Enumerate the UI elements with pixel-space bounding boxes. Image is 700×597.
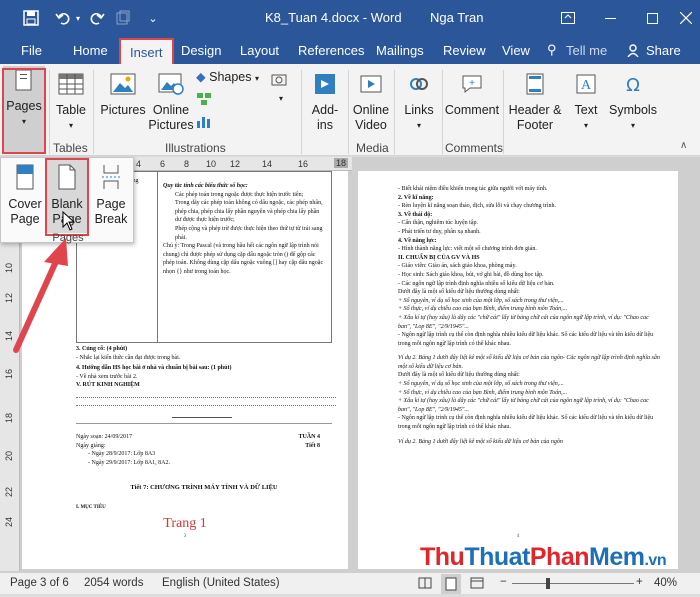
zoom-out-button[interactable]: − xyxy=(500,576,507,588)
status-bar: Page 3 of 6 2054 words English (United S… xyxy=(0,572,700,594)
wm-part: Phan xyxy=(529,543,590,571)
word-count[interactable]: 2054 words xyxy=(84,577,143,589)
web-layout-icon[interactable] xyxy=(470,577,484,592)
zoom-level[interactable]: 40% xyxy=(654,577,677,589)
print-layout-icon[interactable] xyxy=(441,574,461,594)
zoom-slider-thumb[interactable] xyxy=(546,578,550,589)
wm-part: Thuat xyxy=(464,543,530,571)
wm-part: Thu xyxy=(420,543,465,571)
zoom-in-button[interactable]: + xyxy=(636,576,643,588)
page-count[interactable]: Page 3 of 6 xyxy=(10,577,69,589)
language[interactable]: English (United States) xyxy=(162,577,280,589)
watermark-logo: ThuThuatPhanMem.vn xyxy=(420,543,667,572)
read-mode-icon[interactable] xyxy=(418,577,432,592)
zoom-slider[interactable] xyxy=(512,583,634,584)
wm-part: Mem xyxy=(589,543,645,571)
annotation-arrow-icon xyxy=(13,238,68,353)
wm-part: .vn xyxy=(644,552,667,569)
